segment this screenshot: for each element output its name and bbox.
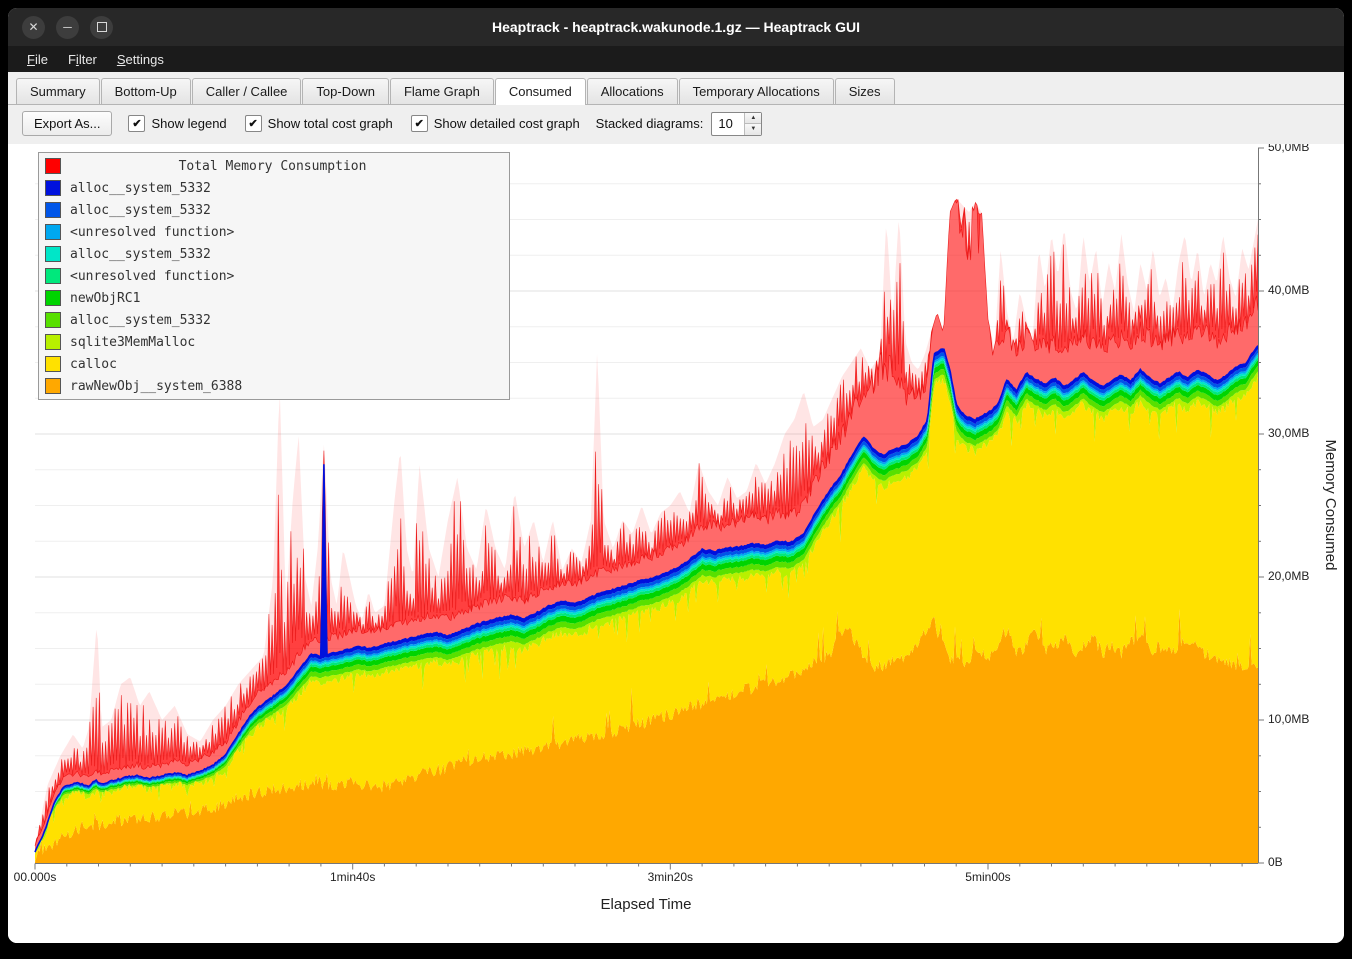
- menu-settings[interactable]: Settings: [108, 49, 173, 70]
- legend-label: newObjRC1: [70, 291, 140, 306]
- toolbar-checkboxes: ✔ Show legend ✔ Show total cost graph ✔ Show …: [128, 115, 579, 132]
- color-swatch: [45, 202, 61, 218]
- legend-label: sqlite3MemMalloc: [70, 335, 195, 350]
- x-tick-label: 5min00s: [965, 870, 1010, 884]
- chevron-up-icon: ▲: [750, 115, 756, 121]
- minimize-icon: ─: [63, 20, 72, 34]
- legend-row: <unresolved function>: [39, 265, 509, 287]
- legend-title-row: Total Memory Consumption: [39, 155, 509, 177]
- legend-label: calloc: [70, 357, 117, 372]
- window-controls: ✕ ─: [22, 8, 113, 46]
- maximize-button[interactable]: [90, 16, 113, 39]
- tab-flame-graph[interactable]: Flame Graph: [390, 78, 494, 104]
- color-swatch: [45, 312, 61, 328]
- x-tick-label: 3min20s: [648, 870, 693, 884]
- menu-filter[interactable]: Filter: [59, 49, 106, 70]
- color-swatch: [45, 378, 61, 394]
- export-as-button[interactable]: Export As...: [22, 111, 112, 136]
- x-tick-label: 1min40s: [330, 870, 375, 884]
- legend-row: <unresolved function>: [39, 221, 509, 243]
- legend-label: alloc__system_5332: [70, 247, 211, 262]
- checkbox-icon: ✔: [128, 115, 145, 132]
- toolbar: Export As... ✔ Show legend ✔ Show total cos…: [8, 105, 1344, 144]
- color-swatch: [45, 268, 61, 284]
- menu-file[interactable]: File: [18, 49, 57, 70]
- legend-label: <unresolved function>: [70, 269, 234, 284]
- window-title: Heaptrack - heaptrack.wakunode.1.gz — He…: [492, 19, 860, 35]
- y-tick-label: 0B: [1268, 855, 1283, 869]
- legend-row: alloc__system_5332: [39, 309, 509, 331]
- chevron-down-icon: ▼: [750, 126, 756, 132]
- y-axis-label: Memory Consumed: [1322, 440, 1339, 571]
- checkbox-label: Show detailed cost graph: [434, 116, 580, 131]
- legend-row: alloc__system_5332: [39, 199, 509, 221]
- legend-row: alloc__system_5332: [39, 243, 509, 265]
- stacked-diagrams-value[interactable]: 10: [712, 113, 744, 135]
- legend-label: Total Memory Consumption: [70, 159, 503, 174]
- y-tick-label: 20,0MB: [1268, 569, 1309, 583]
- color-swatch: [45, 158, 61, 174]
- heaptrack-window: ✕ ─ Heaptrack - heaptrack.wakunode.1.gz …: [8, 8, 1344, 943]
- show-legend-checkbox[interactable]: ✔ Show legend: [128, 115, 226, 132]
- color-swatch: [45, 180, 61, 196]
- chart-legend: Total Memory Consumption alloc__system_53…: [38, 152, 510, 400]
- spin-buttons: ▲ ▼: [744, 113, 761, 135]
- checkbox-label: Show total cost graph: [268, 116, 393, 131]
- legend-row: calloc: [39, 353, 509, 375]
- show-total-cost-graph-checkbox[interactable]: ✔ Show total cost graph: [245, 115, 393, 132]
- color-swatch: [45, 356, 61, 372]
- stacked-diagrams-control: Stacked diagrams: 10 ▲ ▼: [596, 112, 763, 136]
- maximize-icon: [97, 22, 107, 32]
- close-button[interactable]: ✕: [22, 16, 45, 39]
- stacked-diagrams-label: Stacked diagrams:: [596, 116, 704, 131]
- close-icon: ✕: [28, 20, 38, 34]
- tab-summary[interactable]: Summary: [16, 78, 100, 104]
- y-tick-label: 50,0MB: [1268, 144, 1309, 154]
- y-tick-label: 10,0MB: [1268, 712, 1309, 726]
- minimize-button[interactable]: ─: [56, 16, 79, 39]
- color-swatch: [45, 290, 61, 306]
- y-tick-label: 40,0MB: [1268, 283, 1309, 297]
- y-tick-label: 30,0MB: [1268, 426, 1309, 440]
- color-swatch: [45, 334, 61, 350]
- legend-row: sqlite3MemMalloc: [39, 331, 509, 353]
- tab-consumed[interactable]: Consumed: [495, 78, 586, 105]
- stacked-diagrams-spinbox[interactable]: 10 ▲ ▼: [711, 112, 762, 136]
- tab-allocations[interactable]: Allocations: [587, 78, 678, 104]
- tab-sizes[interactable]: Sizes: [835, 78, 895, 104]
- x-tick-label: 00.000s: [14, 870, 57, 884]
- tab-bottom-up[interactable]: Bottom-Up: [101, 78, 191, 104]
- spin-up-button[interactable]: ▲: [745, 113, 761, 124]
- consumed-chart-area[interactable]: Total Memory Consumption alloc__system_53…: [8, 144, 1344, 943]
- legend-label: <unresolved function>: [70, 225, 234, 240]
- legend-label: alloc__system_5332: [70, 313, 211, 328]
- tab-bar: SummaryBottom-UpCaller / CalleeTop-DownF…: [8, 72, 1344, 105]
- tab-top-down[interactable]: Top-Down: [302, 78, 389, 104]
- show-detailed-cost-graph-checkbox[interactable]: ✔ Show detailed cost graph: [411, 115, 580, 132]
- tab-caller-callee[interactable]: Caller / Callee: [192, 78, 302, 104]
- legend-row: newObjRC1: [39, 287, 509, 309]
- legend-label: alloc__system_5332: [70, 203, 211, 218]
- legend-row: alloc__system_5332: [39, 177, 509, 199]
- spin-down-button[interactable]: ▼: [745, 123, 761, 135]
- menubar: FileFilterSettings: [8, 46, 1344, 72]
- tab-temporary-allocations[interactable]: Temporary Allocations: [679, 78, 834, 104]
- color-swatch: [45, 224, 61, 240]
- legend-label: rawNewObj__system_6388: [70, 379, 242, 394]
- checkbox-icon: ✔: [245, 115, 262, 132]
- titlebar: ✕ ─ Heaptrack - heaptrack.wakunode.1.gz …: [8, 8, 1344, 46]
- legend-label: alloc__system_5332: [70, 181, 211, 196]
- checkbox-label: Show legend: [151, 116, 226, 131]
- legend-row: rawNewObj__system_6388: [39, 375, 509, 397]
- color-swatch: [45, 246, 61, 262]
- x-axis-label: Elapsed Time: [601, 896, 692, 913]
- checkbox-icon: ✔: [411, 115, 428, 132]
